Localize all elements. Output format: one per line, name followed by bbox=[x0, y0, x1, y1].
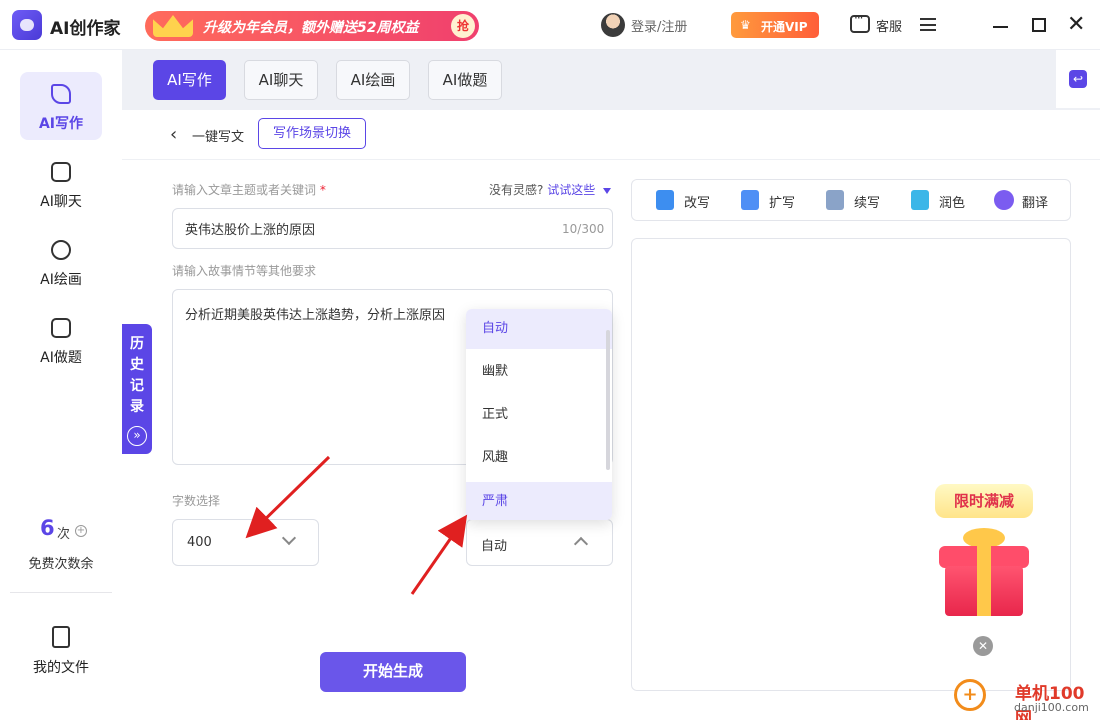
style-value: 自动 bbox=[481, 539, 508, 554]
style-option-auto[interactable]: 自动 bbox=[466, 309, 612, 349]
crown-icon bbox=[153, 15, 193, 37]
free-count-number: 6 bbox=[40, 516, 55, 540]
watermark-url: danji100.com bbox=[1014, 701, 1089, 714]
topic-input[interactable] bbox=[172, 208, 613, 249]
topic-label: 请输入文章主题或者关键词 * bbox=[172, 183, 326, 197]
try-these-link[interactable]: 试试这些 bbox=[547, 183, 595, 197]
divider bbox=[10, 592, 112, 593]
word-count-value: 400 bbox=[187, 535, 212, 550]
chevron-up-icon bbox=[573, 536, 589, 552]
sidebar-item-label: AI聊天 bbox=[40, 194, 82, 210]
dropdown-scrollbar[interactable] bbox=[606, 330, 610, 470]
crown-icon: ♛ bbox=[740, 18, 751, 32]
word-count-select[interactable]: 400 bbox=[172, 519, 319, 566]
word-count-label: 字数选择 bbox=[172, 494, 221, 508]
vip-button[interactable]: ♛ 开通VIP bbox=[731, 12, 819, 38]
sidebar-item-ai-painting[interactable]: AI绘画 bbox=[20, 228, 102, 296]
polish-icon bbox=[911, 190, 929, 210]
chevron-down-icon bbox=[281, 530, 297, 546]
inspiration-prompt: 没有灵感? bbox=[489, 183, 544, 197]
sidebar-item-ai-writing[interactable]: AI写作 bbox=[20, 72, 102, 140]
tool-label: 扩写 bbox=[769, 196, 796, 211]
edit-toolbar: 改写 扩写 续写 润色 翻译 bbox=[631, 179, 1071, 221]
tab-ai-questions[interactable]: AI做题 bbox=[428, 60, 502, 100]
divider bbox=[122, 159, 1100, 160]
sidebar: AI写作 AI聊天 AI绘画 AI做题 6 次 + 免费次数余 我的文件 bbox=[0, 50, 122, 720]
pen-icon bbox=[51, 84, 71, 104]
promo-banner[interactable]: 升级为年会员，额外赠送52周权益 抢 bbox=[145, 11, 479, 41]
vip-label: 开通VIP bbox=[761, 20, 808, 34]
tab-ai-writing[interactable]: AI写作 bbox=[153, 60, 226, 100]
menu-icon[interactable] bbox=[920, 18, 936, 31]
undo-icon[interactable]: ↩ bbox=[1069, 70, 1087, 88]
page-title: 一键写文 bbox=[192, 130, 245, 145]
minimize-icon[interactable] bbox=[993, 26, 1008, 28]
gift-box-icon[interactable] bbox=[935, 528, 1035, 618]
translate-icon bbox=[994, 190, 1014, 210]
close-icon[interactable]: ✕ bbox=[973, 636, 993, 656]
app-title: AI创作家 bbox=[50, 19, 121, 39]
login-link[interactable]: 登录/注册 bbox=[631, 16, 687, 35]
detail-label: 请输入故事情节等其他要求 bbox=[172, 264, 317, 278]
app-logo-icon bbox=[12, 10, 42, 40]
style-option-serious[interactable]: 严肃 bbox=[466, 482, 612, 520]
double-chevron-right-icon: » bbox=[127, 426, 147, 446]
close-icon[interactable]: ✕ bbox=[1067, 14, 1085, 36]
customer-service-link[interactable]: 客服 bbox=[876, 16, 902, 35]
promo-text: 升级为年会员，额外赠送52周权益 bbox=[203, 20, 419, 36]
palette-icon bbox=[51, 240, 71, 260]
tool-label: 改写 bbox=[684, 196, 711, 211]
my-files-link[interactable]: 我的文件 bbox=[0, 657, 122, 677]
sidebar-item-ai-questions[interactable]: AI做题 bbox=[20, 306, 102, 374]
undo-panel: ↩ bbox=[1056, 50, 1100, 108]
plus-icon[interactable]: + bbox=[75, 525, 87, 537]
chat-icon bbox=[51, 162, 71, 182]
topic-char-count: 10/300 bbox=[562, 222, 605, 236]
tab-ai-painting[interactable]: AI绘画 bbox=[336, 60, 410, 100]
scene-switch-button[interactable]: 写作场景切换 bbox=[258, 118, 366, 149]
expand-icon bbox=[741, 190, 759, 210]
tool-label: 翻译 bbox=[1022, 196, 1049, 211]
avatar[interactable] bbox=[601, 13, 625, 37]
history-label: 历史记录 bbox=[130, 336, 144, 415]
generate-button[interactable]: 开始生成 bbox=[320, 652, 466, 692]
limited-offer-badge[interactable]: 限时满减 bbox=[935, 484, 1033, 518]
title-bar: AI创作家 升级为年会员，额外赠送52周权益 抢 登录/注册 ♛ 开通VIP 客… bbox=[0, 0, 1100, 50]
tool-label: 润色 bbox=[939, 196, 966, 211]
style-option-witty[interactable]: 风趣 bbox=[466, 438, 612, 478]
output-panel[interactable] bbox=[631, 238, 1071, 691]
tab-ai-chat[interactable]: AI聊天 bbox=[244, 60, 318, 100]
style-option-humorous[interactable]: 幽默 bbox=[466, 352, 612, 392]
sidebar-item-label: AI写作 bbox=[38, 116, 84, 132]
free-count-label: 免费次数余 bbox=[28, 557, 94, 572]
style-dropdown-menu: 自动 幽默 正式 风趣 严肃 bbox=[466, 309, 612, 520]
bookmark-icon bbox=[51, 318, 71, 338]
tool-label: 续写 bbox=[854, 196, 881, 211]
tabs-bar: AI写作 AI聊天 AI绘画 AI做题 bbox=[122, 50, 1100, 110]
style-option-formal[interactable]: 正式 bbox=[466, 395, 612, 435]
style-select[interactable]: 自动 bbox=[466, 519, 613, 566]
watermark-logo-icon: + bbox=[954, 679, 986, 711]
chat-bubble-icon[interactable] bbox=[850, 11, 870, 33]
sidebar-item-label: AI做题 bbox=[40, 350, 82, 366]
rewrite-icon bbox=[656, 190, 674, 210]
continue-icon bbox=[826, 190, 844, 210]
history-tab[interactable]: 历史记录 » bbox=[122, 324, 152, 454]
caret-down-icon bbox=[603, 187, 612, 194]
free-count-unit: 次 bbox=[57, 527, 71, 542]
maximize-icon[interactable] bbox=[1032, 18, 1046, 32]
back-chevron-icon[interactable]: ‹ bbox=[170, 124, 177, 145]
sidebar-item-ai-chat[interactable]: AI聊天 bbox=[20, 150, 102, 218]
document-icon[interactable] bbox=[52, 626, 70, 648]
promo-grab-badge[interactable]: 抢 bbox=[451, 14, 475, 38]
inspiration-link[interactable]: 没有灵感? 试试这些 bbox=[489, 181, 612, 198]
sidebar-item-label: AI绘画 bbox=[40, 272, 82, 288]
